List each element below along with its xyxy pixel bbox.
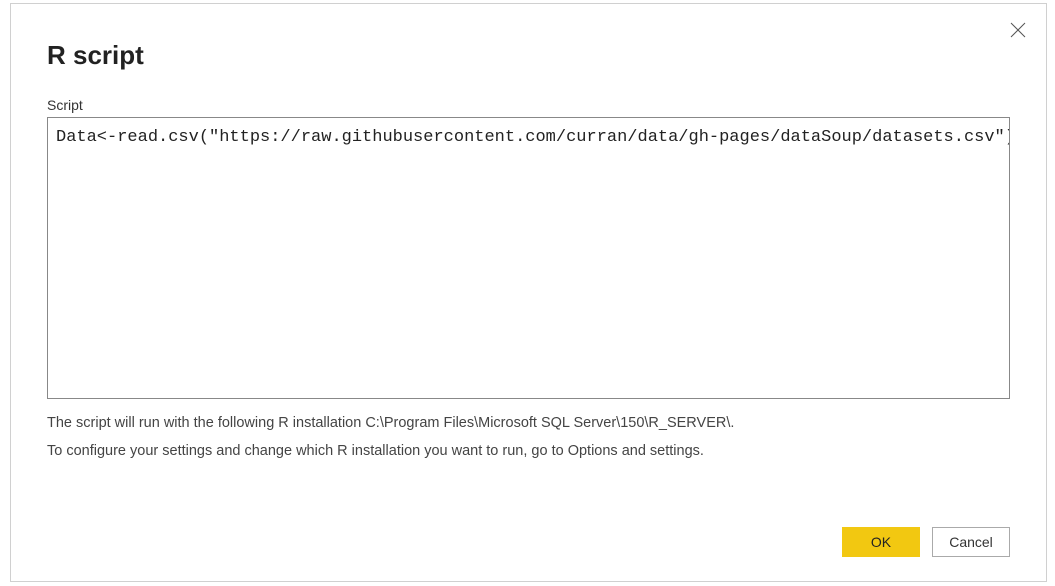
info-line-1: The script will run with the following R… [47, 409, 1010, 437]
close-icon [1010, 22, 1026, 38]
cancel-button[interactable]: Cancel [932, 527, 1010, 557]
r-script-dialog: R script Script The script will run with… [10, 3, 1047, 582]
script-label: Script [47, 97, 1010, 113]
info-text: The script will run with the following R… [47, 409, 1010, 466]
button-row: OK Cancel [47, 507, 1010, 557]
script-input[interactable] [47, 117, 1010, 399]
ok-button[interactable]: OK [842, 527, 920, 557]
close-button[interactable] [1002, 14, 1034, 46]
info-line-2: To configure your settings and change wh… [47, 437, 1010, 465]
dialog-title: R script [47, 40, 1010, 71]
